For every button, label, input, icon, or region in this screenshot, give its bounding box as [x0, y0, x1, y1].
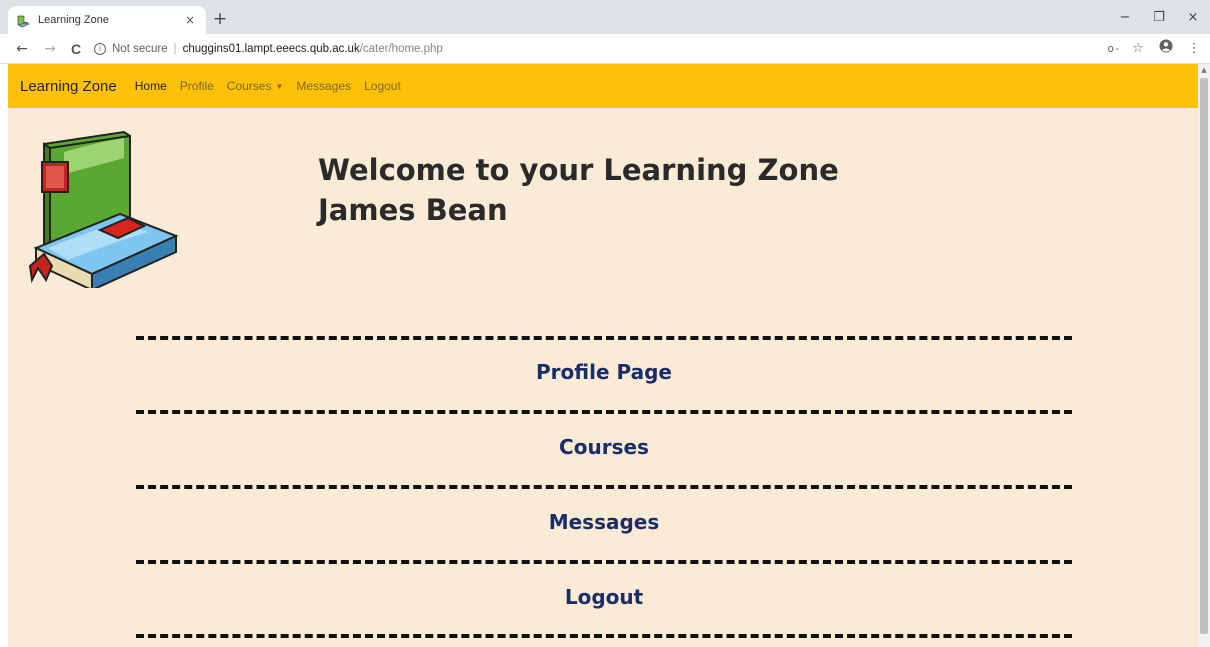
welcome-heading: Welcome to your Learning Zone James Bean	[318, 150, 839, 230]
account-icon[interactable]	[1156, 39, 1176, 59]
star-icon[interactable]: ☆	[1128, 39, 1148, 59]
url-host: chuggins01.lampt.eeecs.qub.ac.uk	[182, 43, 360, 55]
caret-down-icon: ▼	[275, 82, 284, 92]
logout-link[interactable]: Logout	[136, 585, 1072, 609]
url-path: /cater/home.php	[359, 43, 443, 55]
tab-close-icon[interactable]: ×	[182, 13, 198, 27]
divider	[136, 485, 1072, 489]
forward-button[interactable]: →	[40, 39, 60, 59]
back-button[interactable]: ←	[12, 39, 32, 59]
browser-tab[interactable]: Learning Zone ×	[8, 6, 206, 34]
divider	[136, 560, 1072, 564]
welcome-line: Welcome to your Learning Zone	[318, 153, 839, 187]
close-window-button[interactable]: ×	[1178, 8, 1208, 28]
user-name: James Bean	[318, 193, 508, 227]
navbar-brand[interactable]: Learning Zone	[20, 78, 117, 95]
nav-messages[interactable]: Messages	[296, 79, 351, 93]
info-icon[interactable]: i	[94, 43, 106, 55]
books-logo-icon	[28, 128, 183, 292]
scroll-up-icon[interactable]: ▲	[1198, 64, 1210, 76]
nav-home[interactable]: Home	[135, 79, 167, 93]
page-scrollbar[interactable]: ▲	[1198, 64, 1210, 647]
page-viewport: Learning Zone Home Profile Courses ▼ Mess…	[8, 64, 1198, 647]
favicon-icon	[16, 13, 30, 28]
address-separator: |	[173, 43, 177, 55]
tab-title: Learning Zone	[38, 14, 109, 26]
divider	[136, 410, 1072, 414]
browser-tab-bar: Learning Zone × + − ❐ ×	[0, 0, 1210, 34]
browser-toolbar: ← → C i Not secure | chuggins01.lampt.ee…	[0, 34, 1210, 64]
reload-button[interactable]: C	[66, 39, 86, 59]
scroll-thumb[interactable]	[1200, 78, 1208, 634]
messages-link[interactable]: Messages	[136, 510, 1072, 534]
minimize-button[interactable]: −	[1110, 8, 1140, 28]
nav-courses-dropdown[interactable]: Courses ▼	[227, 79, 284, 93]
menu-icon[interactable]: ⋮	[1184, 39, 1204, 59]
address-bar[interactable]: i Not secure | chuggins01.lampt.eeecs.qu…	[94, 38, 1094, 60]
key-icon[interactable]: o-	[1104, 39, 1124, 59]
nav-logout[interactable]: Logout	[364, 79, 401, 93]
nav-profile[interactable]: Profile	[180, 79, 214, 93]
not-secure-label: Not secure	[112, 43, 168, 55]
restore-button[interactable]: ❐	[1144, 8, 1174, 28]
new-tab-button[interactable]: +	[210, 9, 230, 29]
divider	[136, 336, 1072, 340]
divider	[136, 634, 1072, 638]
site-navbar: Learning Zone Home Profile Courses ▼ Mess…	[8, 64, 1198, 108]
nav-courses-label: Courses	[226, 79, 272, 93]
courses-link[interactable]: Courses	[136, 435, 1072, 459]
profile-page-link[interactable]: Profile Page	[136, 360, 1072, 384]
